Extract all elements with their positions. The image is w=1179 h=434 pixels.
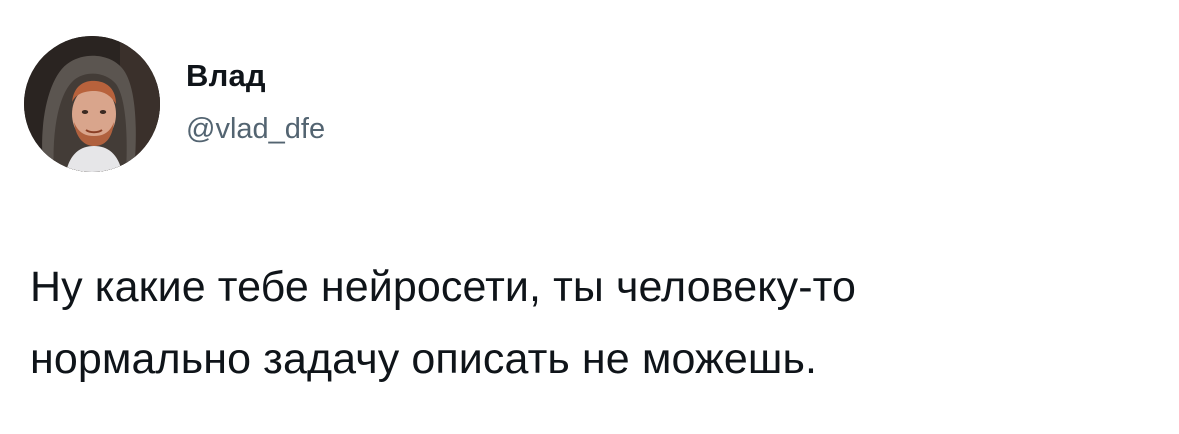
tweet-text: Ну какие тебе нейросети, ты человеку-то …: [30, 251, 1150, 395]
user-photo-icon: [24, 36, 160, 172]
tweet-text-line: нормально задачу описать не можешь.: [30, 335, 818, 383]
author-display-name[interactable]: Влад: [186, 56, 266, 96]
tweet-text-line: Ну какие тебе нейросети, ты человеку-то: [30, 263, 856, 311]
tweet-card: Влад @vlad_dfe Ну какие тебе нейросети, …: [0, 0, 1179, 434]
author-handle[interactable]: @vlad_dfe: [186, 110, 325, 148]
author-avatar[interactable]: [24, 36, 160, 172]
